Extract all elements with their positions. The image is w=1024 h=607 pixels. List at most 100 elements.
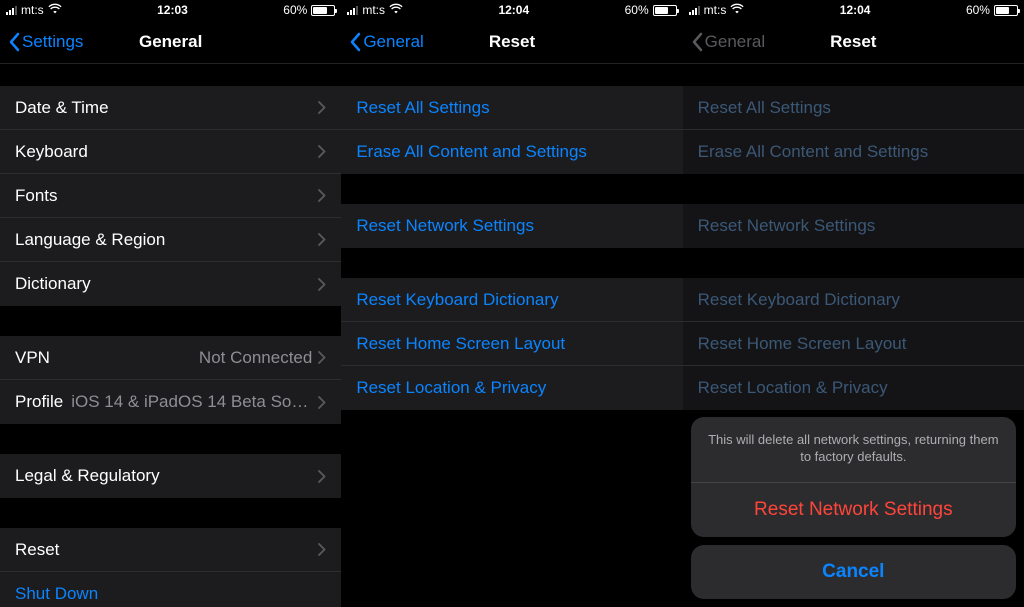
row-date-time[interactable]: Date & Time (0, 86, 341, 130)
row-label: Legal & Regulatory (15, 466, 160, 486)
signal-icon (689, 5, 700, 15)
signal-icon (6, 5, 17, 15)
chevron-right-icon (318, 470, 326, 483)
group-vpn-profile: VPN Not Connected Profile iOS 14 & iPadO… (0, 336, 341, 424)
wifi-icon (389, 3, 403, 18)
battery-icon (311, 5, 335, 16)
chevron-right-icon (318, 145, 326, 158)
row-profile[interactable]: Profile iOS 14 & iPadOS 14 Beta Softwar.… (0, 380, 341, 424)
chevron-left-icon (349, 32, 361, 52)
row-reset-keyboard-dictionary[interactable]: Reset Keyboard Dictionary (341, 278, 682, 322)
row-erase-all-content[interactable]: Erase All Content and Settings (341, 130, 682, 174)
back-label: General (705, 32, 765, 52)
row-label: Reset Home Screen Layout (698, 334, 907, 354)
action-sheet-message: This will delete all network settings, r… (691, 417, 1016, 483)
row-reset-all-settings[interactable]: Reset All Settings (341, 86, 682, 130)
battery-percent: 60% (966, 3, 990, 17)
back-button: General (691, 32, 765, 52)
nav-bar: General Reset (341, 20, 682, 64)
chevron-right-icon (318, 351, 326, 364)
row-reset-keyboard-dictionary: Reset Keyboard Dictionary (683, 278, 1024, 322)
nav-bar: General Reset (683, 20, 1024, 64)
row-label: Language & Region (15, 230, 165, 250)
chevron-right-icon (318, 189, 326, 202)
page-title: Reset (830, 32, 876, 52)
page-title: Reset (489, 32, 535, 52)
chevron-right-icon (318, 543, 326, 556)
action-sheet: This will delete all network settings, r… (691, 417, 1016, 599)
status-bar: mt:s 12:03 60% (0, 0, 341, 20)
row-reset-location-privacy[interactable]: Reset Location & Privacy (341, 366, 682, 410)
wifi-icon (730, 3, 744, 18)
screen-general: mt:s 12:03 60% Settings General Date & T… (0, 0, 341, 607)
group-reset-3: Reset Keyboard Dictionary Reset Home Scr… (683, 278, 1024, 410)
group-reset-3: Reset Keyboard Dictionary Reset Home Scr… (341, 278, 682, 410)
chevron-right-icon (318, 101, 326, 114)
back-button[interactable]: Settings (8, 32, 83, 52)
chevron-right-icon (318, 396, 326, 409)
row-label: Reset Network Settings (356, 216, 534, 236)
row-reset-network-settings: Reset Network Settings (683, 204, 1024, 248)
clock: 12:04 (498, 3, 529, 17)
row-legal[interactable]: Legal & Regulatory (0, 454, 341, 498)
row-label: Date & Time (15, 98, 109, 118)
battery-icon (653, 5, 677, 16)
row-fonts[interactable]: Fonts (0, 174, 341, 218)
row-label: Erase All Content and Settings (698, 142, 929, 162)
action-sheet-destructive-button[interactable]: Reset Network Settings (691, 483, 1016, 537)
row-label: Reset All Settings (356, 98, 489, 118)
group-reset-1: Reset All Settings Erase All Content and… (683, 86, 1024, 174)
row-keyboard[interactable]: Keyboard (0, 130, 341, 174)
row-detail: Not Connected (199, 348, 312, 368)
screen-reset-confirm: mt:s 12:04 60% General Reset Reset All S… (683, 0, 1024, 607)
screen-reset: mt:s 12:04 60% General Reset Reset All S… (341, 0, 682, 607)
back-label: Settings (22, 32, 83, 52)
status-bar: mt:s 12:04 60% (683, 0, 1024, 20)
carrier-label: mt:s (704, 3, 727, 17)
row-reset-network-settings[interactable]: Reset Network Settings (341, 204, 682, 248)
row-label: Erase All Content and Settings (356, 142, 587, 162)
row-reset-home-screen[interactable]: Reset Home Screen Layout (341, 322, 682, 366)
group-reset-shutdown: Reset Shut Down (0, 528, 341, 607)
clock: 12:03 (157, 3, 188, 17)
row-detail: iOS 14 & iPadOS 14 Beta Softwar... (71, 392, 312, 412)
row-reset-home-screen: Reset Home Screen Layout (683, 322, 1024, 366)
carrier-label: mt:s (362, 3, 385, 17)
row-language-region[interactable]: Language & Region (0, 218, 341, 262)
row-shutdown[interactable]: Shut Down (0, 572, 341, 607)
row-vpn[interactable]: VPN Not Connected (0, 336, 341, 380)
row-label: Reset Network Settings (698, 216, 876, 236)
row-label: Reset Keyboard Dictionary (356, 290, 558, 310)
carrier-label: mt:s (21, 3, 44, 17)
row-label: Reset (15, 540, 59, 560)
status-bar: mt:s 12:04 60% (341, 0, 682, 20)
back-label: General (363, 32, 423, 52)
row-label: Reset All Settings (698, 98, 831, 118)
back-button[interactable]: General (349, 32, 423, 52)
signal-icon (347, 5, 358, 15)
group-system: Date & Time Keyboard Fonts Language & Re… (0, 86, 341, 306)
row-reset-all-settings: Reset All Settings (683, 86, 1024, 130)
row-label: Keyboard (15, 142, 88, 162)
row-label: Shut Down (15, 584, 98, 604)
row-dictionary[interactable]: Dictionary (0, 262, 341, 306)
chevron-left-icon (691, 32, 703, 52)
row-reset[interactable]: Reset (0, 528, 341, 572)
group-reset-2: Reset Network Settings (341, 204, 682, 248)
action-sheet-cancel-button[interactable]: Cancel (691, 545, 1016, 599)
clock: 12:04 (840, 3, 871, 17)
chevron-left-icon (8, 32, 20, 52)
row-reset-location-privacy: Reset Location & Privacy (683, 366, 1024, 410)
chevron-right-icon (318, 233, 326, 246)
wifi-icon (48, 3, 62, 18)
row-label: Reset Location & Privacy (356, 378, 546, 398)
row-label: Dictionary (15, 274, 91, 294)
chevron-right-icon (318, 278, 326, 291)
group-reset-2: Reset Network Settings (683, 204, 1024, 248)
row-label: Reset Location & Privacy (698, 378, 888, 398)
battery-percent: 60% (625, 3, 649, 17)
row-label: Reset Keyboard Dictionary (698, 290, 900, 310)
row-label: Reset Home Screen Layout (356, 334, 565, 354)
nav-bar: Settings General (0, 20, 341, 64)
battery-icon (994, 5, 1018, 16)
